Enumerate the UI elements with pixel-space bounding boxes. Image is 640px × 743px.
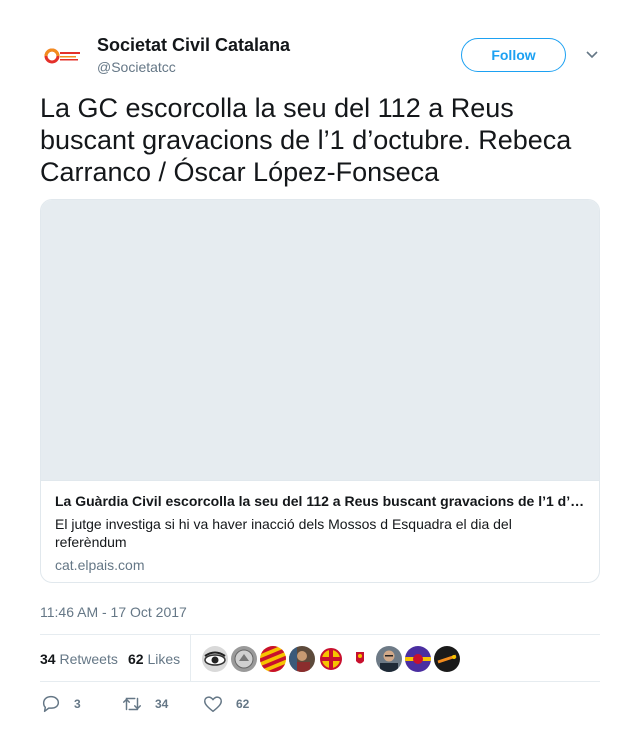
retweets-count: 34 xyxy=(40,651,56,667)
retweets-stat[interactable]: 34 Retweets xyxy=(40,650,118,668)
card-description: El jutge investiga si hi va haver inacci… xyxy=(55,516,512,550)
crest-avatar[interactable] xyxy=(347,646,373,672)
eye-avatar[interactable] xyxy=(202,646,228,672)
author-handle[interactable]: @Societatcc xyxy=(97,57,290,77)
tweet-text: La GC escorcolla la seu del 112 a Reus b… xyxy=(40,93,572,187)
follow-button[interactable]: Follow xyxy=(461,38,566,72)
man-avatar[interactable] xyxy=(376,646,402,672)
likes-stat[interactable]: 62 Likes xyxy=(128,650,180,668)
like-count: 62 xyxy=(236,697,250,711)
link-card[interactable]: La Guàrdia Civil escorcolla la seu del 1… xyxy=(40,199,600,583)
retweet-icon xyxy=(121,693,143,715)
card-image-placeholder[interactable] xyxy=(41,200,599,481)
gray-logo-avatar[interactable] xyxy=(231,646,257,672)
reply-count: 3 xyxy=(74,697,81,711)
retweet-count: 34 xyxy=(155,697,169,711)
tweet-actions: 3 34 62 xyxy=(40,693,600,715)
heart-icon xyxy=(202,693,224,715)
dark-avatar[interactable] xyxy=(434,646,460,672)
societat-civil-logo-icon xyxy=(40,34,84,78)
senyera-avatar[interactable] xyxy=(260,646,286,672)
tweet-header: Societat Civil Catalana @Societatcc Foll… xyxy=(40,34,600,78)
portrait-avatar[interactable] xyxy=(289,646,315,672)
reply-button[interactable]: 3 xyxy=(40,693,81,715)
author-names: Societat Civil Catalana @Societatcc xyxy=(97,34,290,77)
tweet-stats: 34 Retweets 62 Likes xyxy=(40,634,600,682)
tweet-timestamp[interactable]: 11:46 AM - 17 Oct 2017 xyxy=(40,603,187,621)
card-domain: cat.elpais.com xyxy=(55,557,145,573)
card-title[interactable]: La Guàrdia Civil escorcolla la seu del 1… xyxy=(55,492,587,510)
retweets-label: Retweets xyxy=(59,651,118,667)
stats-divider xyxy=(190,635,191,681)
retweet-button[interactable]: 34 xyxy=(121,693,168,715)
card-body: La Guàrdia Civil escorcolla la seu del 1… xyxy=(55,492,587,574)
chevron-down-icon[interactable] xyxy=(584,48,600,62)
likes-count: 62 xyxy=(128,651,144,667)
like-button[interactable]: 62 xyxy=(202,693,249,715)
cross-flag-avatar[interactable] xyxy=(318,646,344,672)
likes-label: Likes xyxy=(147,651,181,667)
purple-emblem-avatar[interactable] xyxy=(405,646,431,672)
author-avatar[interactable] xyxy=(40,34,84,78)
reply-icon xyxy=(40,693,62,715)
author-display-name[interactable]: Societat Civil Catalana xyxy=(97,34,290,56)
